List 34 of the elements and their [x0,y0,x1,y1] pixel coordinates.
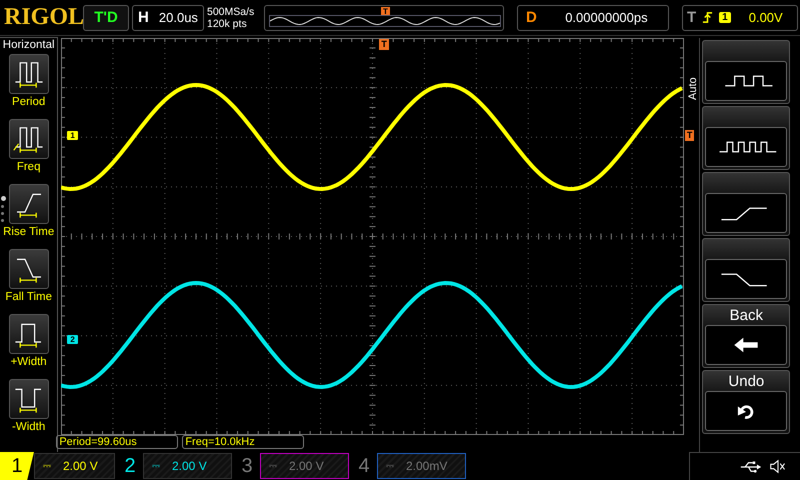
channel-marker[interactable]: 2 [67,335,78,344]
measurement-readout: Freq=10.0kHz [182,435,304,449]
speaker-muted-icon [770,459,786,474]
measure-label: +Width [10,356,47,368]
menu-tab[interactable]: Auto [687,66,700,100]
measure-button[interactable] [8,249,49,289]
run-status[interactable]: T'D [83,4,129,30]
usb-icon [740,460,762,472]
measure-label: Freq [16,161,40,173]
softkey-button[interactable]: Back [702,304,790,368]
measure-label: Period [12,96,46,108]
rising-edge-icon [702,11,714,24]
back-arrow-icon [733,336,760,354]
delay-display[interactable]: D 0.00000000ps [517,4,669,30]
measure-button[interactable] [8,379,49,419]
measure-label: -Width [12,421,46,433]
measure-label: Fall Time [5,291,52,303]
softkey-button[interactable]: Undo [702,370,790,434]
measure-button[interactable] [8,54,49,94]
trigger-marker: T [381,6,390,16]
measure-button[interactable] [8,119,49,159]
menu-title: Horizontal [2,39,55,51]
measurement-readout: Period=99.60us [56,435,178,449]
acquisition-info: 120k pts [207,18,248,30]
measure-button[interactable] [8,314,49,354]
trigger-display[interactable]: T 1 0.00V [682,4,798,30]
acquisition-info: 500MSa/s [207,6,256,18]
channel-marker[interactable]: 1 [67,131,78,140]
timebase-display[interactable]: H 20.0us [132,4,204,30]
trigger-position-marker[interactable]: T [379,39,389,50]
measure-label: Rise Time [3,226,54,238]
trigger-level-marker[interactable]: T [684,130,694,141]
softkey-button[interactable] [702,106,790,170]
measure-button[interactable] [8,184,49,224]
